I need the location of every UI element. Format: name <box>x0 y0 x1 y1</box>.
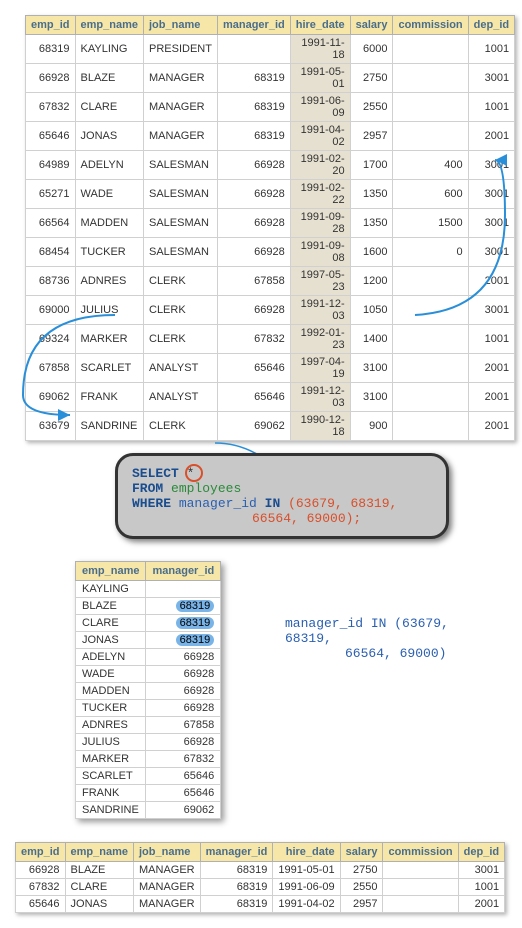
diagram-container: emp_idemp_namejob_namemanager_idhire_dat… <box>15 15 507 913</box>
annotation-line2: 66564, 69000) <box>285 646 446 661</box>
highlighted-value: 68319 <box>176 600 215 612</box>
table-row: ADNRES67858 <box>76 717 221 734</box>
col-commission: commission <box>393 16 468 35</box>
col-commission: commission <box>383 843 458 862</box>
table-row: JULIUS66928 <box>76 734 221 751</box>
table-row: 69062FRANKANALYST656461991-12-0331002001 <box>26 383 515 412</box>
col-emp_name: emp_name <box>75 16 143 35</box>
table-row: 69324MARKERCLERK678321992-01-2314001001 <box>26 325 515 354</box>
table-row: 67832CLAREMANAGER683191991-06-0925501001 <box>26 93 515 122</box>
table-row: 68454TUCKERSALESMAN669281991-09-08160003… <box>26 238 515 267</box>
sql-in: IN <box>265 496 281 511</box>
table-row: 68319KAYLINGPRESIDENT1991-11-1860001001 <box>26 35 515 64</box>
sql-from: FROM <box>132 481 163 496</box>
projection-table-wrap: emp_namemanager_id KAYLINGBLAZE68319CLAR… <box>75 561 221 819</box>
table-row: MARKER67832 <box>76 751 221 768</box>
table-row: 67832CLAREMANAGER683191991-06-0925501001 <box>16 879 505 896</box>
result-table: emp_idemp_namejob_namemanager_idhire_dat… <box>15 842 505 913</box>
table-row: WADE66928 <box>76 666 221 683</box>
table-row: TUCKER66928 <box>76 700 221 717</box>
table-row: 65646JONASMANAGER683191991-04-0229572001 <box>26 122 515 151</box>
table-row: 68736ADNRESCLERK678581997-05-2312002001 <box>26 267 515 296</box>
table-row: JONAS68319 <box>76 632 221 649</box>
table-row: KAYLING <box>76 581 221 598</box>
col-manager_id: manager_id <box>217 16 290 35</box>
col-emp_id: emp_id <box>16 843 66 862</box>
sql-values-2: 66564, 69000); <box>252 511 361 526</box>
filter-annotation: manager_id IN (63679, 68319, 66564, 6900… <box>285 616 485 661</box>
table-row: SCARLET65646 <box>76 768 221 785</box>
sql-where: WHERE <box>132 496 171 511</box>
col-emp_name: emp_name <box>76 562 146 581</box>
col-dep_id: dep_id <box>468 16 514 35</box>
table-row: 65646JONASMANAGER683191991-04-0229572001 <box>16 896 505 913</box>
employees-table: emp_idemp_namejob_namemanager_idhire_dat… <box>25 15 515 441</box>
table-row: 63679SANDRINECLERK690621990-12-189002001 <box>26 412 515 441</box>
star-circle-icon <box>185 464 203 482</box>
table-row: 67858SCARLETANALYST656461997-04-19310020… <box>26 354 515 383</box>
table-row: 66564MADDENSALESMAN669281991-09-28135015… <box>26 209 515 238</box>
col-job_name: job_name <box>144 16 218 35</box>
table-row: FRANK65646 <box>76 785 221 802</box>
sql-query-box: SELECT * FROM employees WHERE manager_id… <box>115 453 449 539</box>
table-row: 66928BLAZEMANAGER683191991-05-0127503001 <box>26 64 515 93</box>
table-row: SANDRINE69062 <box>76 802 221 819</box>
sql-table: employees <box>171 481 241 496</box>
sql-column: manager_id <box>179 496 257 511</box>
col-emp_name: emp_name <box>65 843 133 862</box>
sql-select: SELECT <box>132 466 179 481</box>
col-salary: salary <box>350 16 393 35</box>
annotation-line1: manager_id IN (63679, 68319, <box>285 616 449 646</box>
sql-values-1: (63679, 68319, <box>288 496 397 511</box>
table-row: 66928BLAZEMANAGER683191991-05-0127503001 <box>16 862 505 879</box>
table-row: 69000JULIUSCLERK669281991-12-0310503001 <box>26 296 515 325</box>
col-hire_date: hire_date <box>273 843 340 862</box>
highlighted-value: 68319 <box>176 617 215 629</box>
col-manager_id: manager_id <box>146 562 221 581</box>
col-job_name: job_name <box>134 843 201 862</box>
col-manager_id: manager_id <box>200 843 273 862</box>
col-dep_id: dep_id <box>458 843 504 862</box>
table-row: MADDEN66928 <box>76 683 221 700</box>
col-salary: salary <box>340 843 383 862</box>
col-hire_date: hire_date <box>290 16 350 35</box>
table-row: 65271WADESALESMAN669281991-02-2213506003… <box>26 180 515 209</box>
projection-table: emp_namemanager_id KAYLINGBLAZE68319CLAR… <box>75 561 221 819</box>
sql-star: * <box>187 466 195 481</box>
highlighted-value: 68319 <box>176 634 215 646</box>
table-row: CLARE68319 <box>76 615 221 632</box>
col-emp_id: emp_id <box>26 16 76 35</box>
table-row: BLAZE68319 <box>76 598 221 615</box>
table-row: ADELYN66928 <box>76 649 221 666</box>
table-row: 64989ADELYNSALESMAN669281991-02-20170040… <box>26 151 515 180</box>
